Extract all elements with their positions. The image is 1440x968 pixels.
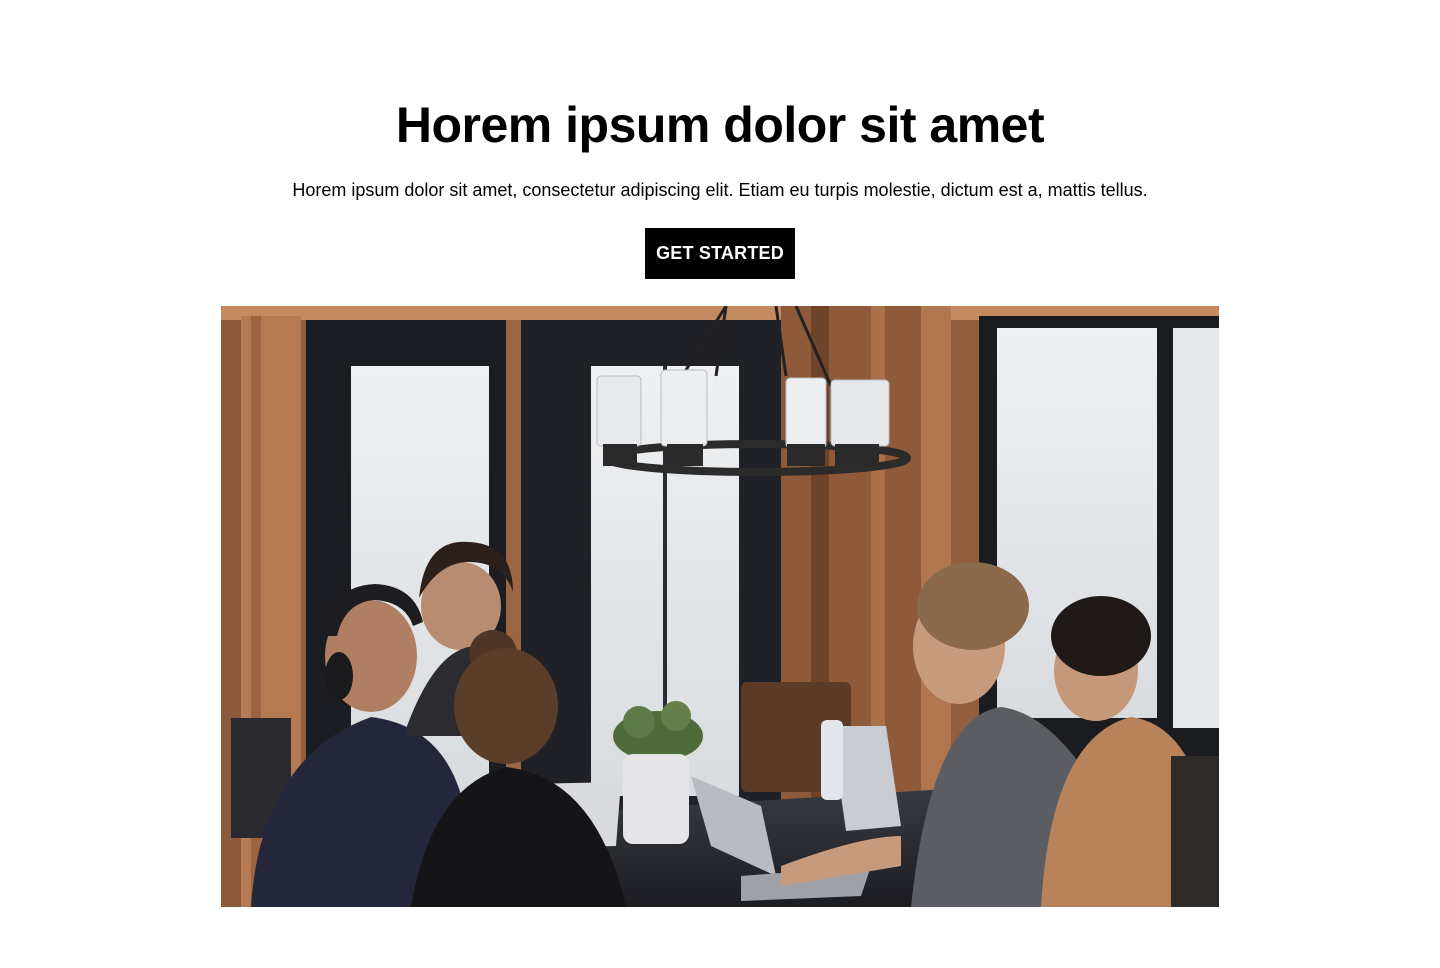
- hero-image: [221, 306, 1219, 907]
- team-working-photo-illustration: [221, 306, 1219, 907]
- hero-section: Horem ipsum dolor sit amet Horem ipsum d…: [0, 0, 1440, 968]
- hero-title: Horem ipsum dolor sit amet: [395, 97, 1045, 153]
- hero-subtitle: Horem ipsum dolor sit amet, consectetur …: [292, 180, 1148, 200]
- get-started-button[interactable]: GET STARTED: [645, 228, 795, 279]
